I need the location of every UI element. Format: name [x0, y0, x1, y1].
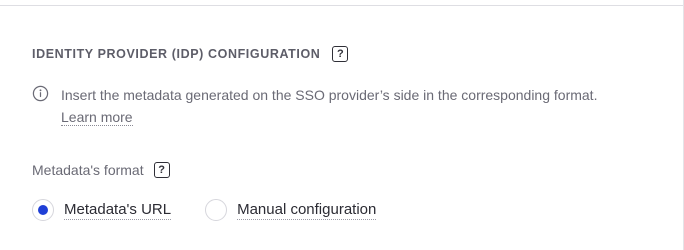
metadata-format-radio-group: Metadata's URL Manual configuration [32, 199, 377, 221]
metadata-format-help-icon[interactable]: ? [153, 162, 170, 178]
radio-selected-dot [38, 205, 48, 215]
info-circle-icon [32, 85, 49, 102]
radio-button-manual-configuration[interactable] [205, 199, 228, 221]
radio-option-metadata-url[interactable]: Metadata's URL [32, 199, 172, 221]
info-text-block: Insert the metadata generated on the SSO… [61, 84, 632, 128]
radio-label-metadata-url[interactable]: Metadata's URL [64, 201, 172, 220]
radio-button-metadata-url[interactable] [32, 199, 54, 221]
section-title: IDENTITY PROVIDER (IDP) CONFIGURATION [32, 47, 321, 61]
idp-configuration-panel: IDENTITY PROVIDER (IDP) CONFIGURATION ? … [0, 0, 684, 250]
metadata-format-label-row: Metadata's format ? [32, 162, 170, 178]
section-help-icon[interactable]: ? [332, 46, 349, 62]
section-header: IDENTITY PROVIDER (IDP) CONFIGURATION ? [32, 46, 349, 62]
radio-option-manual-configuration[interactable]: Manual configuration [205, 199, 377, 221]
top-divider [0, 5, 683, 6]
radio-label-manual-configuration[interactable]: Manual configuration [237, 201, 377, 220]
metadata-format-label: Metadata's format [32, 162, 144, 178]
learn-more-link[interactable]: Learn more [61, 109, 133, 126]
info-text: Insert the metadata generated on the SSO… [61, 87, 598, 103]
info-message: Insert the metadata generated on the SSO… [32, 84, 632, 128]
